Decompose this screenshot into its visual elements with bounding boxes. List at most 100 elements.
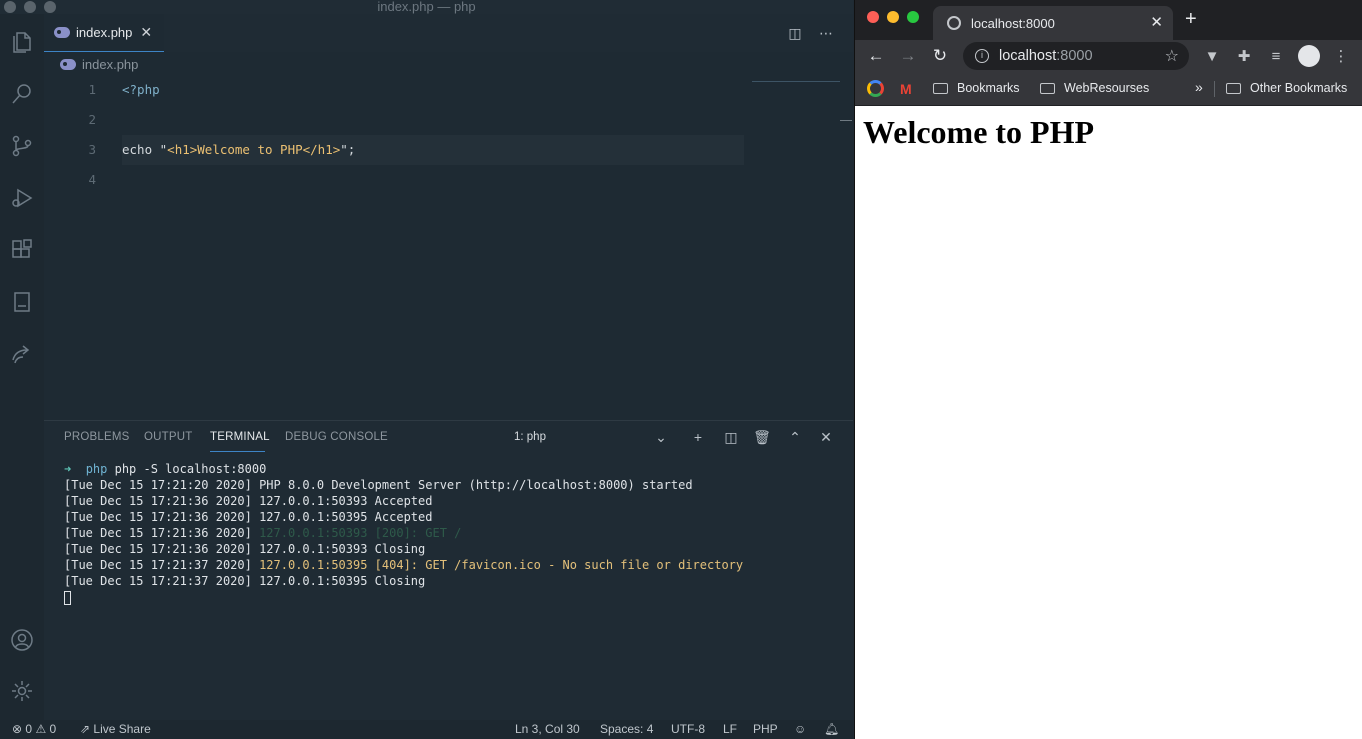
source-control-icon[interactable]: [8, 132, 36, 160]
tab-close-icon[interactable]: ✕: [140, 24, 152, 41]
log-timestamp: [Tue Dec 15 17:21:36 2020]: [64, 526, 252, 540]
chevron-down-icon[interactable]: ⌄: [652, 428, 670, 446]
reading-list-icon[interactable]: ≡: [1266, 46, 1286, 66]
line-number: 2: [88, 112, 96, 127]
window-close-light[interactable]: [867, 11, 879, 23]
live-share-icon[interactable]: [8, 340, 36, 368]
bookmark-folder-webresourses[interactable]: WebResourses: [1040, 81, 1149, 95]
terminal-line: [Tue Dec 15 17:21:36 2020] 127.0.0.1:503…: [64, 525, 844, 541]
chrome-toolbar: ← → ↻ i localhost:8000 ☆ ▼ ✚ ≡ ⋮: [855, 40, 1362, 72]
bookmark-star-icon[interactable]: ☆: [1165, 46, 1179, 66]
terminal-select[interactable]: 1: php: [514, 431, 546, 443]
vscode-window: index.php — php index.php ✕ ◫ ⋯ index.ph…: [0, 0, 853, 739]
end-of-line[interactable]: LF: [723, 722, 737, 736]
tab-close-icon[interactable]: ✕: [1150, 13, 1163, 31]
chrome-menu-icon[interactable]: ⋮: [1331, 46, 1351, 66]
book-icon[interactable]: [8, 288, 36, 316]
bookmark-folder-bookmarks[interactable]: Bookmarks: [933, 81, 1020, 95]
account-icon[interactable]: [8, 626, 36, 654]
extensions-icon[interactable]: [8, 236, 36, 264]
cursor-position[interactable]: Ln 3, Col 30: [515, 722, 580, 736]
code-quote: ": [340, 142, 348, 157]
files-icon[interactable]: [8, 28, 36, 56]
terminal-line: [Tue Dec 15 17:21:36 2020] 127.0.0.1:503…: [64, 493, 844, 509]
code-line: 4: [44, 165, 744, 195]
live-share-icon: ⇗: [80, 722, 91, 736]
bookmarks-bar: M Bookmarks WebResourses » Other Bookmar…: [855, 72, 1362, 106]
profile-avatar[interactable]: [1298, 45, 1320, 67]
encoding[interactable]: UTF-8: [671, 722, 705, 736]
search-icon[interactable]: [8, 80, 36, 108]
window-minimize-light[interactable]: [887, 11, 899, 23]
terminal-output[interactable]: ➜ php php -S localhost:8000 [Tue Dec 15 …: [64, 461, 844, 605]
window-zoom-light[interactable]: [907, 11, 919, 23]
browser-tab[interactable]: localhost:8000 ✕: [933, 6, 1173, 40]
terminal-cursor: [64, 590, 71, 605]
forward-arrow-icon[interactable]: →: [897, 45, 919, 67]
overview-ruler-mark: [840, 120, 852, 121]
bookmark-label: WebResourses: [1064, 81, 1150, 95]
trash-icon[interactable]: 🗑: [753, 428, 771, 446]
bookmarks-overflow[interactable]: »: [1195, 79, 1203, 95]
chevron-up-icon[interactable]: ⌃: [786, 428, 804, 446]
activity-bar: [0, 14, 44, 720]
indentation[interactable]: Spaces: 4: [600, 722, 653, 736]
warning-count: 0: [49, 722, 57, 736]
panel-tab-bar: PROBLEMS OUTPUT TERMINAL DEBUG CONSOLE 1…: [44, 421, 853, 455]
gmail-icon[interactable]: M: [900, 81, 912, 97]
address-bar[interactable]: i localhost:8000 ☆: [963, 42, 1189, 70]
prompt-dir: php: [85, 462, 108, 476]
warning-icon: ⚠: [35, 722, 47, 736]
log-message-404: 127.0.0.1:50395 [404]: GET /favicon.ico …: [259, 558, 744, 572]
feedback-icon[interactable]: ☺: [794, 722, 806, 736]
terminal-cursor-line: [64, 589, 844, 605]
tab-debug-console[interactable]: DEBUG CONSOLE: [285, 431, 388, 443]
other-bookmarks[interactable]: Other Bookmarks: [1226, 81, 1347, 95]
split-editor-icon[interactable]: ◫: [786, 24, 804, 42]
gear-icon[interactable]: [8, 677, 36, 705]
split-terminal-icon[interactable]: ◫: [722, 428, 740, 446]
tab-problems[interactable]: PROBLEMS: [64, 431, 130, 443]
log-message-200: 127.0.0.1:50393 [200]: GET /: [259, 526, 462, 540]
log-message: 127.0.0.1:50395 Closing: [259, 574, 426, 588]
code-line: 1 <?php: [44, 75, 744, 105]
live-share-label: Live Share: [93, 722, 151, 736]
reload-icon[interactable]: ↻: [929, 45, 951, 67]
code-keyword: echo: [122, 142, 160, 157]
breadcrumb-file: index.php: [82, 56, 139, 72]
tab-index-php[interactable]: index.php ✕: [44, 14, 164, 52]
new-tab-button[interactable]: +: [1185, 8, 1197, 31]
folder-icon: [1226, 82, 1241, 94]
site-info-icon[interactable]: i: [975, 49, 989, 63]
google-icon[interactable]: [867, 80, 884, 97]
close-panel-icon[interactable]: ✕: [817, 428, 835, 446]
log-timestamp: [Tue Dec 15 17:21:37 2020]: [64, 574, 252, 588]
status-bar: ⊗ 0 ⚠ 0 ⇗ Live Share Ln 3, Col 30 Spaces…: [0, 720, 853, 739]
log-timestamp: [Tue Dec 15 17:21:37 2020]: [64, 558, 252, 572]
folder-icon: [933, 82, 948, 94]
url-host: localhost: [999, 48, 1057, 64]
more-actions-icon[interactable]: ⋯: [817, 24, 835, 42]
run-debug-icon[interactable]: [8, 184, 36, 212]
tab-output[interactable]: OUTPUT: [144, 431, 192, 443]
log-timestamp: [Tue Dec 15 17:21:36 2020]: [64, 494, 252, 508]
extensions-puzzle-icon[interactable]: ✚: [1234, 46, 1254, 66]
minimap[interactable]: [752, 76, 840, 82]
bell-icon[interactable]: 🔔︎: [824, 722, 839, 736]
code-line: 3 echo "<h1>Welcome to PHP</h1>";: [44, 135, 744, 165]
breadcrumb[interactable]: index.php: [44, 52, 853, 76]
bookmarks-separator: [1214, 81, 1215, 97]
code-editor[interactable]: 1 <?php 2 3 echo "<h1>Welcome to PHP</h1…: [44, 76, 853, 416]
log-message: 127.0.0.1:50393 Accepted: [259, 494, 433, 508]
live-share-status[interactable]: ⇗ Live Share: [80, 722, 151, 736]
back-arrow-icon[interactable]: ←: [865, 45, 887, 67]
php-elephant-icon: [60, 58, 76, 70]
problems-status[interactable]: ⊗ 0 ⚠ 0: [12, 722, 56, 736]
terminal-line: [Tue Dec 15 17:21:36 2020] 127.0.0.1:503…: [64, 509, 844, 525]
language-mode[interactable]: PHP: [753, 722, 778, 736]
tab-terminal[interactable]: TERMINAL: [210, 431, 270, 443]
log-message: 127.0.0.1:50395 Accepted: [259, 510, 433, 524]
new-terminal-icon[interactable]: +: [689, 428, 707, 446]
terminal-line: [Tue Dec 15 17:21:37 2020] 127.0.0.1:503…: [64, 573, 844, 589]
vue-devtools-icon[interactable]: ▼: [1202, 46, 1222, 66]
